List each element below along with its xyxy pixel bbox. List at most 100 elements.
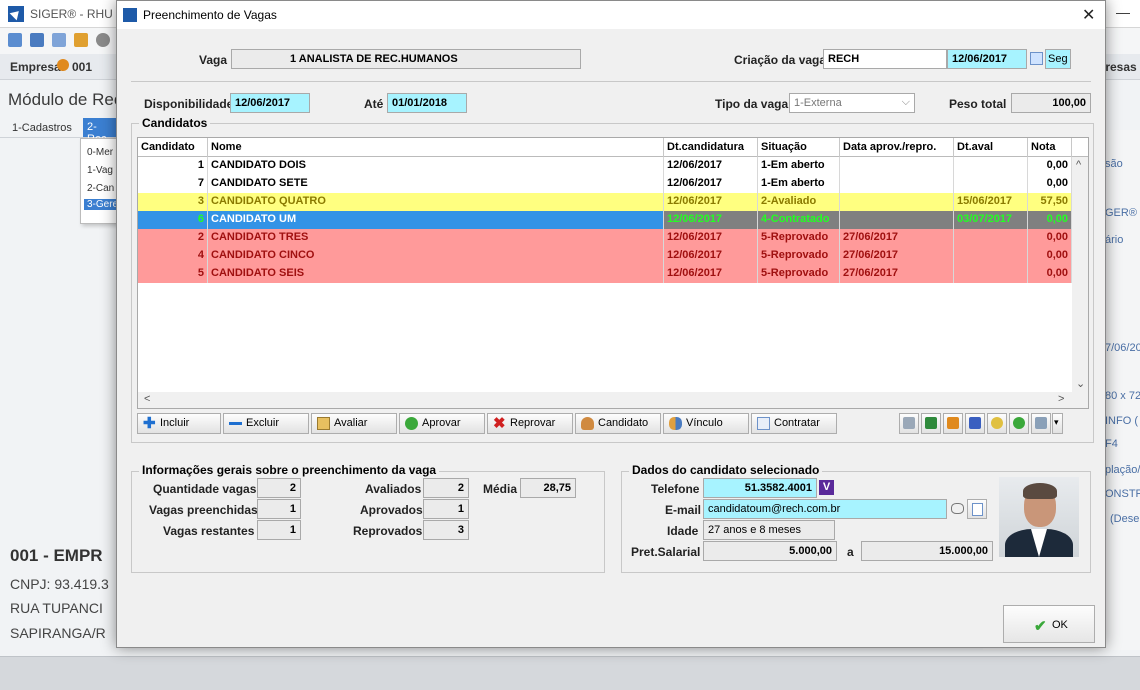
- pret-salarial-max-field[interactable]: 15.000,00: [861, 541, 993, 561]
- col-nome[interactable]: Nome: [208, 138, 664, 157]
- cell-nota: 0,00: [1028, 229, 1072, 247]
- settings-tool-button[interactable]: [1031, 413, 1051, 434]
- cell-dt-aval: [954, 229, 1028, 247]
- email-field[interactable]: candidatoum@rech.com.br: [703, 499, 947, 519]
- vagas-preenchidas-field: 1: [257, 499, 301, 519]
- avaliados-label: Avaliados: [365, 482, 422, 496]
- cell-data-aprov-repro: [840, 175, 954, 193]
- col-dt-aval[interactable]: Dt.aval: [954, 138, 1028, 157]
- report-icon: [947, 417, 959, 429]
- excel-icon: [925, 417, 937, 429]
- cell-dt-aval: [954, 157, 1028, 175]
- checkmark-icon: ✔: [1034, 618, 1047, 635]
- contratar-button[interactable]: Contratar: [751, 413, 837, 434]
- ate-field[interactable]: 01/01/2018: [387, 93, 467, 113]
- copy-email-button[interactable]: [967, 499, 987, 519]
- reprovados-label: Reprovados: [353, 524, 423, 538]
- contratar-label: Contratar: [774, 417, 820, 429]
- cell-candidato: 2: [138, 229, 208, 247]
- scroll-up-icon[interactable]: ^: [1076, 159, 1081, 171]
- cell-nota: 57,50: [1028, 193, 1072, 211]
- table-row[interactable]: 1 CANDIDATO DOIS 12/06/2017 1-Em aberto 0,00: [138, 157, 1072, 175]
- toolbar-help-icon[interactable]: [52, 33, 66, 47]
- refresh-tool-button[interactable]: [1009, 413, 1029, 434]
- verified-badge[interactable]: V: [819, 480, 834, 495]
- vaga-field[interactable]: 1 ANALISTA DE REC.HUMANOS: [231, 49, 581, 69]
- col-candidato[interactable]: Candidato: [138, 138, 208, 157]
- link-tool-button[interactable]: [899, 413, 919, 434]
- cell-dt-aval: 15/06/2017: [954, 193, 1028, 211]
- empresa-value: 001: [72, 60, 93, 74]
- tab-recrutamento[interactable]: 2-Rec: [83, 118, 117, 145]
- ate-label: Até: [364, 97, 384, 111]
- toolbar-tree-icon[interactable]: [74, 33, 88, 47]
- col-situacao[interactable]: Situação: [758, 138, 840, 157]
- table-row[interactable]: 4 CANDIDATO CINCO 12/06/2017 5-Reprovado 27/…: [138, 247, 1072, 265]
- cell-situacao: 1-Em aberto: [758, 157, 840, 175]
- toolbar-save-icon[interactable]: [30, 33, 44, 47]
- criacao-date-field[interactable]: 12/06/2017: [947, 49, 1027, 69]
- cell-data-aprov-repro: 27/06/2017: [840, 265, 954, 283]
- approve-icon: [405, 417, 418, 430]
- tipo-vaga-select[interactable]: 1-Externa ⌵: [789, 93, 915, 113]
- disponibilidade-field[interactable]: 12/06/2017: [230, 93, 310, 113]
- company-cnpj: CNPJ: 93.419.3: [10, 576, 109, 592]
- cell-dt-candidatura: 12/06/2017: [664, 157, 758, 175]
- calendar-icon[interactable]: [1030, 52, 1043, 65]
- close-icon[interactable]: ✕: [1082, 5, 1095, 25]
- cell-data-aprov-repro: [840, 193, 954, 211]
- right-panel-text: F4: [1105, 438, 1118, 450]
- columns-tool-button[interactable]: [965, 413, 985, 434]
- horizontal-scrollbar[interactable]: < >: [138, 392, 1072, 408]
- aprovar-label: Aprovar: [422, 417, 461, 429]
- candidato-label: Candidato: [598, 417, 649, 429]
- scroll-left-icon[interactable]: <: [144, 393, 150, 405]
- cell-situacao: 4-Contratado: [758, 211, 840, 229]
- cell-nota: 0,00: [1028, 157, 1072, 175]
- col-nota[interactable]: Nota: [1028, 138, 1072, 157]
- aprovar-button[interactable]: Aprovar: [399, 413, 485, 434]
- candidatos-grid: Candidato Nome Dt.candidatura Situação D…: [137, 137, 1089, 409]
- cell-situacao: 5-Reprovado: [758, 229, 840, 247]
- more-tools-button[interactable]: ▾: [1052, 413, 1063, 434]
- dialog-title: Preenchimento de Vagas: [143, 8, 277, 22]
- cell-nota: 0,00: [1028, 175, 1072, 193]
- col-dt-candidatura[interactable]: Dt.candidatura: [664, 138, 758, 157]
- company-street: RUA TUPANCI: [10, 600, 103, 616]
- filter-tool-button[interactable]: [987, 413, 1007, 434]
- right-panel-text: são: [1105, 158, 1123, 170]
- table-row[interactable]: 6 CANDIDATO UM 12/06/2017 4-Contratado 03/07…: [138, 211, 1072, 229]
- table-row[interactable]: 5 CANDIDATO SEIS 12/06/2017 5-Reprovado 27/0…: [138, 265, 1072, 283]
- tab-cadastros[interactable]: 1-Cadastros: [12, 122, 72, 134]
- right-panel-text: plação/c: [1105, 464, 1140, 476]
- avaliar-button[interactable]: Avaliar: [311, 413, 397, 434]
- criacao-user-field[interactable]: RECH: [823, 49, 947, 69]
- incluir-button[interactable]: ✚ Incluir: [137, 413, 221, 434]
- telefone-field[interactable]: 51.3582.4001: [703, 478, 817, 498]
- cell-nome: CANDIDATO UM: [208, 211, 664, 229]
- criacao-weekday-field: Seg: [1045, 49, 1071, 69]
- table-row[interactable]: 3 CANDIDATO QUATRO 12/06/2017 2-Avaliado 15/…: [138, 193, 1072, 211]
- excluir-button[interactable]: Excluir: [223, 413, 309, 434]
- scroll-down-icon[interactable]: ⌄: [1076, 377, 1085, 390]
- vertical-scrollbar[interactable]: ^ ⌄: [1072, 157, 1088, 408]
- reprovar-button[interactable]: ✖ Reprovar: [487, 413, 573, 434]
- ok-button[interactable]: ✔ OK: [1003, 605, 1095, 643]
- minimize-icon[interactable]: —: [1116, 4, 1130, 20]
- cell-situacao: 2-Avaliado: [758, 193, 840, 211]
- col-data-aprov-repro[interactable]: Data aprov./repro.: [840, 138, 954, 157]
- pret-salarial-min-field[interactable]: 5.000,00: [703, 541, 837, 561]
- table-row[interactable]: 2 CANDIDATO TRES 12/06/2017 5-Reprovado 27/0…: [138, 229, 1072, 247]
- email-icon[interactable]: [951, 503, 964, 514]
- table-row[interactable]: 7 CANDIDATO SETE 12/06/2017 1-Em aberto 0,00: [138, 175, 1072, 193]
- cell-dt-aval: [954, 175, 1028, 193]
- excel-tool-button[interactable]: [921, 413, 941, 434]
- candidato-button[interactable]: Candidato: [575, 413, 661, 434]
- scroll-right-icon[interactable]: >: [1058, 393, 1064, 405]
- toolbar-exit-icon[interactable]: [8, 33, 22, 47]
- aprovados-label: Aprovados: [360, 503, 423, 517]
- vinculo-button[interactable]: Vínculo: [663, 413, 749, 434]
- aprovados-field: 1: [423, 499, 469, 519]
- toolbar-settings-icon[interactable]: [96, 33, 110, 47]
- report-tool-button[interactable]: [943, 413, 963, 434]
